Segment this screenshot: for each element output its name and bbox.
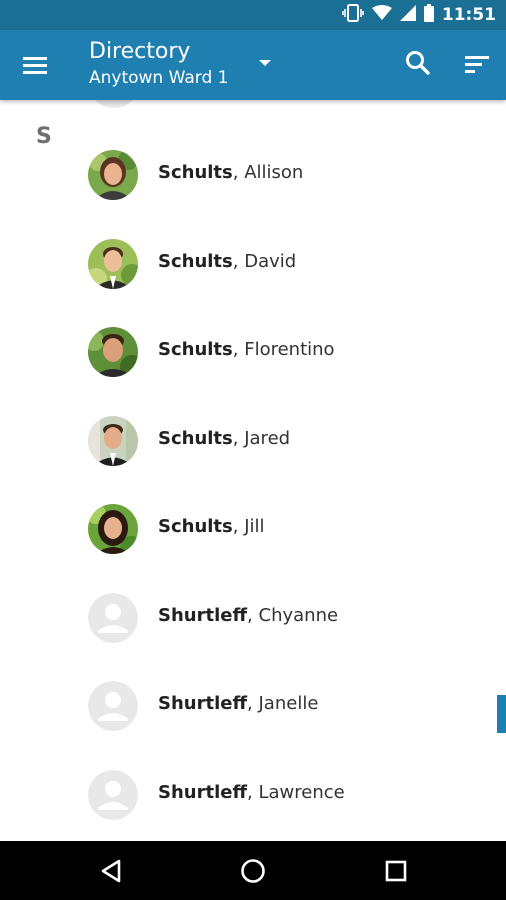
contact-name: Shurtleff, Chyanne <box>158 605 339 626</box>
avatar <box>88 327 138 377</box>
home-button[interactable] <box>237 855 269 887</box>
list-item[interactable]: Schults, David <box>0 217 506 305</box>
page-title: Directory <box>89 39 191 64</box>
contact-name: Schults, Allison <box>158 162 304 183</box>
back-button[interactable] <box>95 855 127 887</box>
nav-bar <box>0 841 506 900</box>
recents-icon <box>385 860 407 882</box>
list-item[interactable]: Schults, Florentino <box>0 305 506 393</box>
status-bar: 11:51 <box>0 0 506 30</box>
contact-name: Schults, Jared <box>158 428 291 449</box>
recents-button[interactable] <box>380 855 412 887</box>
avatar <box>88 416 138 466</box>
list-item[interactable]: Schults, Jill <box>0 482 506 570</box>
vibrate-icon <box>342 4 364 26</box>
ward-dropdown-button[interactable] <box>254 52 276 74</box>
avatar-placeholder <box>88 681 138 731</box>
sort-button[interactable] <box>462 50 492 78</box>
list-item[interactable]: Schults, Jared <box>0 394 506 482</box>
list-item[interactable]: Shurtleff, Lawrence <box>0 748 506 836</box>
list-item[interactable]: Shurtleff, Chyanne <box>0 571 506 659</box>
sort-icon <box>465 56 489 73</box>
contact-name: Schults, Jill <box>158 516 265 537</box>
list-item[interactable]: Schults, Allison <box>0 128 506 216</box>
ward-subtitle: Anytown Ward 1 <box>89 68 229 88</box>
contact-name: Shurtleff, Janelle <box>158 693 319 714</box>
menu-button[interactable] <box>18 50 52 80</box>
avatar <box>88 150 138 200</box>
directory-list[interactable]: S Schults, Allison Schults, David Schult… <box>0 100 506 841</box>
search-button[interactable] <box>404 48 432 78</box>
title-area[interactable]: Directory Anytown Ward 1 <box>89 38 228 90</box>
contact-name: Shurtleff, Lawrence <box>158 782 345 803</box>
battery-icon <box>423 4 434 26</box>
avatar <box>88 504 138 554</box>
fast-scroll-thumb[interactable] <box>497 695 506 733</box>
search-icon <box>406 51 430 75</box>
list-item[interactable]: Shurtleff, Janelle <box>0 659 506 747</box>
back-icon <box>101 859 121 883</box>
signal-icon <box>399 5 416 25</box>
menu-icon <box>23 57 47 74</box>
dropdown-arrow-icon <box>259 60 271 66</box>
avatar-placeholder <box>88 770 138 820</box>
home-icon <box>241 859 265 883</box>
wifi-icon <box>371 5 392 25</box>
avatar-placeholder <box>88 593 138 643</box>
avatar-placeholder <box>88 100 140 108</box>
avatar <box>88 239 138 289</box>
contact-name: Schults, David <box>158 251 297 272</box>
status-time: 11:51 <box>441 5 496 25</box>
contact-name: Schults, Florentino <box>158 339 335 360</box>
